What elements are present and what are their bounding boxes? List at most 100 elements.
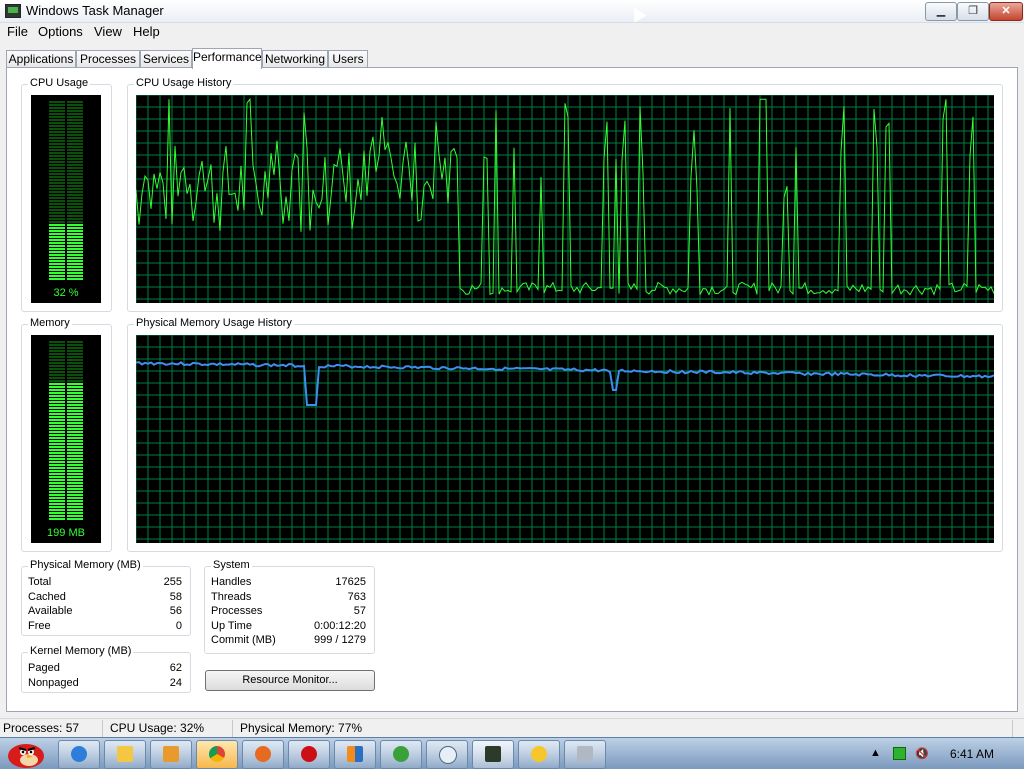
meter-segment [67,230,83,232]
meter-segment [67,371,83,373]
system-commit-label: Commit (MB) [211,634,276,646]
menu-view[interactable]: View [94,24,122,39]
status-separator [102,720,103,737]
meter-segment [67,119,83,121]
minimize-button[interactable]: ▁ [925,2,957,21]
meter-segment [49,152,65,154]
tray-expand-icon[interactable]: ▲ [870,747,881,759]
taskbar-utorrent[interactable] [380,740,422,769]
taskbar-chrome[interactable] [196,740,238,769]
meter-segment [67,200,83,202]
meter-segment [67,380,83,382]
cpu-history-graph [136,95,994,303]
taskbar-media-player[interactable] [150,740,192,769]
meter-segment [67,443,83,445]
meter-segment [49,197,65,199]
tray-network-icon[interactable] [893,747,906,760]
meter-segment [67,392,83,394]
status-bar: Processes: 57 CPU Usage: 32% Physical Me… [0,718,1024,738]
meter-segment [49,464,65,466]
taskbar-chat[interactable] [426,740,468,769]
meter-segment [49,383,65,385]
meter-segment [49,380,65,382]
memory-history-label: Physical Memory Usage History [134,317,294,329]
resource-monitor-button[interactable]: Resource Monitor... [205,670,375,691]
meter-segment [49,128,65,130]
kernel-memory-nonpaged-value: 24 [169,677,182,689]
meter-segment [49,185,65,187]
menu-file[interactable]: File [7,24,28,39]
meter-segment [49,416,65,418]
tray-volume-icon[interactable]: 🔇 [915,747,929,760]
meter-segment [67,401,83,403]
meter-segment [67,137,83,139]
meter-segment [49,512,65,514]
cpu-history-line [136,97,994,296]
taskbar-tool[interactable] [564,740,606,769]
system-group: System Handles 17625 Threads 763 Process… [204,559,375,654]
meter-segment [49,386,65,388]
taskbar-firefox[interactable] [242,740,284,769]
meter-segment [49,506,65,508]
meter-segment [49,446,65,448]
taskbar-task-manager[interactable] [472,740,514,769]
meter-segment [49,155,65,157]
start-button-icon[interactable] [2,739,48,769]
meter-segment [49,341,65,343]
taskbar-messenger[interactable] [518,740,560,769]
meter-segment [67,182,83,184]
task-manager-icon [485,746,501,762]
meter-segment [49,371,65,373]
meter-segment [49,497,65,499]
taskbar-clock[interactable]: 6:41 AM [950,747,994,761]
tool-icon [577,746,593,762]
taskbar-app[interactable] [334,740,376,769]
tab-users[interactable]: Users [328,50,368,68]
tab-applications[interactable]: Applications [6,50,76,68]
meter-segment [67,110,83,112]
tab-services[interactable]: Services [140,50,192,68]
meter-segment [67,344,83,346]
meter-segment [49,359,65,361]
meter-segment [67,209,83,211]
meter-segment [67,158,83,160]
meter-segment [49,170,65,172]
meter-segment [49,176,65,178]
meter-segment [49,254,65,256]
opera-icon [301,746,317,762]
meter-segment [49,239,65,241]
menu-options[interactable]: Options [38,24,83,39]
memory-history-graph [136,335,994,543]
maximize-button[interactable]: ❐ [957,2,989,21]
meter-segment [67,152,83,154]
meter-segment [49,200,65,202]
kernel-memory-label: Kernel Memory (MB) [28,645,134,657]
physical-memory-cached-label: Cached [28,591,66,603]
meter-segment [67,404,83,406]
taskbar-opera[interactable] [288,740,330,769]
system-processes-value: 57 [353,605,366,617]
meter-segment [67,476,83,478]
system-commit-value: 999 / 1279 [314,634,366,646]
meter-segment [67,431,83,433]
meter-segment [67,218,83,220]
system-uptime-label: Up Time [211,620,252,632]
taskbar-explorer[interactable] [58,740,100,769]
meter-segment [49,266,65,268]
tab-processes[interactable]: Processes [76,50,140,68]
meter-segment [67,446,83,448]
tab-performance[interactable]: Performance [192,48,262,69]
meter-segment [67,458,83,460]
cpu-usage-label: CPU Usage [28,77,91,89]
menu-help[interactable]: Help [133,24,160,39]
meter-segment [67,113,83,115]
tab-networking[interactable]: Networking [262,50,328,68]
meter-segment [67,437,83,439]
meter-segment [67,107,83,109]
meter-segment [67,254,83,256]
meter-segment [49,278,65,280]
meter-segment [67,203,83,205]
taskbar-folder[interactable] [104,740,146,769]
close-button[interactable]: ✕ [989,2,1023,21]
meter-segment [67,386,83,388]
